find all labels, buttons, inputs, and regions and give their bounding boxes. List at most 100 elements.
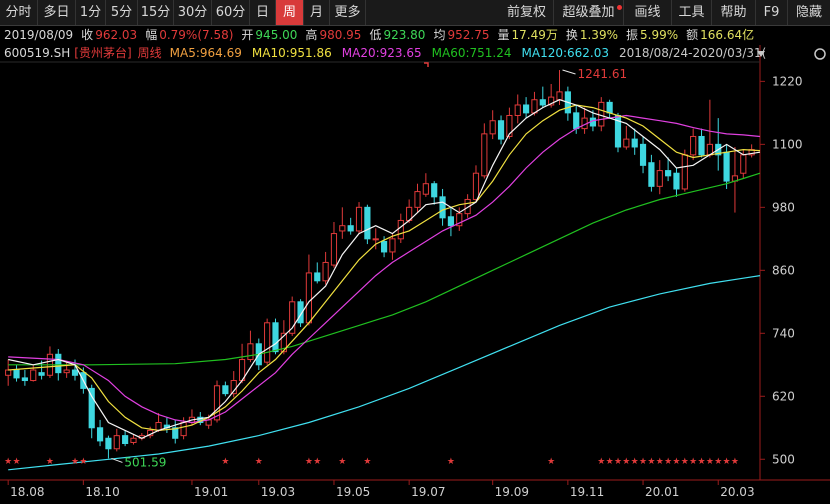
y-tick-label: 1100 — [772, 137, 803, 151]
y-tick-label: 1220 — [772, 74, 803, 88]
candle-body — [30, 369, 37, 382]
signal-star-icon: ★ — [547, 457, 555, 467]
y-tick-label: 860 — [772, 263, 795, 277]
candle-body — [740, 154, 747, 174]
candle-body — [648, 162, 655, 187]
signal-star-icon: ★ — [46, 457, 54, 467]
candle-body — [21, 377, 28, 382]
ma120-line — [8, 275, 761, 471]
candle-body — [431, 183, 438, 198]
y-tick-label: 620 — [772, 389, 795, 403]
candle-body — [623, 138, 630, 148]
x-tick-label: 19.07 — [411, 485, 445, 499]
signal-star-icon: ★ — [706, 457, 714, 467]
candle-body — [355, 206, 363, 232]
signal-star-icon: ★ — [672, 457, 680, 467]
candle-body — [364, 206, 371, 240]
signal-star-icon: ★ — [12, 457, 20, 467]
candle-body — [5, 369, 12, 376]
signal-star-icon: ★ — [714, 457, 722, 467]
candle-body — [631, 138, 638, 148]
x-tick-label: 19.05 — [336, 485, 370, 499]
x-tick-label: 18.08 — [10, 485, 44, 499]
y-tick-label: 980 — [772, 200, 795, 214]
signal-star-icon: ★ — [606, 457, 614, 467]
signal-star-icon: ★ — [622, 457, 630, 467]
candle-body — [322, 261, 329, 282]
candle-body — [573, 112, 580, 130]
candle-body — [497, 120, 505, 140]
y-tick-label: 740 — [772, 326, 795, 340]
candle-body — [539, 99, 546, 106]
signal-star-icon: ★ — [597, 457, 605, 467]
signal-star-icon: ★ — [614, 457, 622, 467]
candle-body — [330, 233, 338, 266]
candle-body — [598, 101, 605, 127]
x-tick-label: 19.09 — [495, 485, 529, 499]
signal-star-icon: ★ — [4, 457, 12, 467]
candle-body — [414, 191, 421, 208]
candle-body — [88, 387, 95, 429]
candle-body — [339, 225, 346, 232]
high-annot-pointer — [562, 69, 576, 75]
x-tick-label: 19.01 — [194, 485, 228, 499]
signal-star-icon: ★ — [313, 457, 321, 467]
candle-body — [472, 172, 480, 200]
candle-body — [447, 216, 455, 227]
candle-body — [222, 385, 229, 395]
candle-body — [55, 353, 62, 374]
candle-body — [380, 240, 388, 253]
signal-star-icon: ★ — [647, 457, 655, 467]
candle-body — [372, 238, 379, 241]
signal-star-icon: ★ — [255, 457, 263, 467]
candle-body — [639, 143, 647, 166]
signal-star-icon: ★ — [363, 457, 371, 467]
candle-body — [656, 170, 663, 187]
candlestick-chart[interactable]: 1220 1100 980 860 740 620 500 18.08 18.10 19.01 19… — [0, 0, 830, 504]
ma20-line — [8, 114, 761, 424]
signal-star-icon: ★ — [221, 457, 229, 467]
signal-star-icon: ★ — [631, 457, 639, 467]
candle-body — [272, 322, 279, 353]
candle-body — [397, 219, 404, 240]
x-tick-label: 20.03 — [720, 485, 754, 499]
zoom-marker-icon — [424, 62, 429, 67]
y-tick-label: 500 — [772, 452, 795, 466]
candle-body — [105, 437, 112, 450]
signal-star-icon: ★ — [681, 457, 689, 467]
x-tick-label: 19.03 — [261, 485, 295, 499]
candle-body — [13, 369, 20, 379]
candle-body — [305, 272, 312, 324]
candle-body — [481, 133, 488, 177]
x-tick-label: 19.11 — [570, 485, 604, 499]
signal-star-icon: ★ — [664, 457, 672, 467]
signal-star-icon: ★ — [697, 457, 705, 467]
signal-star-icon: ★ — [79, 457, 87, 467]
high-annotation: 1241.61 — [578, 67, 628, 81]
x-tick-label: 18.10 — [85, 485, 119, 499]
candle-body — [439, 196, 446, 219]
candle-body — [180, 422, 187, 437]
signal-star-icon: ★ — [71, 457, 79, 467]
candle-body — [314, 272, 321, 282]
candle-body — [681, 154, 688, 190]
candle-body — [247, 343, 254, 361]
x-tick-label: 20.01 — [645, 485, 679, 499]
candle-body — [523, 104, 530, 114]
signal-star-icon: ★ — [447, 457, 455, 467]
dropdown-arrow-icon — [757, 51, 765, 57]
signal-star-icon: ★ — [731, 457, 739, 467]
candle-body — [389, 238, 396, 253]
candle-body — [556, 91, 563, 101]
candle-body — [38, 372, 45, 376]
candle-body — [264, 322, 271, 363]
candle-body — [514, 104, 521, 116]
candle-body — [63, 369, 70, 374]
candle-body — [489, 120, 496, 135]
signal-star-icon: ★ — [723, 457, 731, 467]
candle-body — [606, 101, 613, 114]
candle-body — [122, 435, 129, 445]
ma10-line — [8, 104, 761, 432]
candle-body — [347, 225, 354, 232]
candle-body — [71, 369, 79, 376]
